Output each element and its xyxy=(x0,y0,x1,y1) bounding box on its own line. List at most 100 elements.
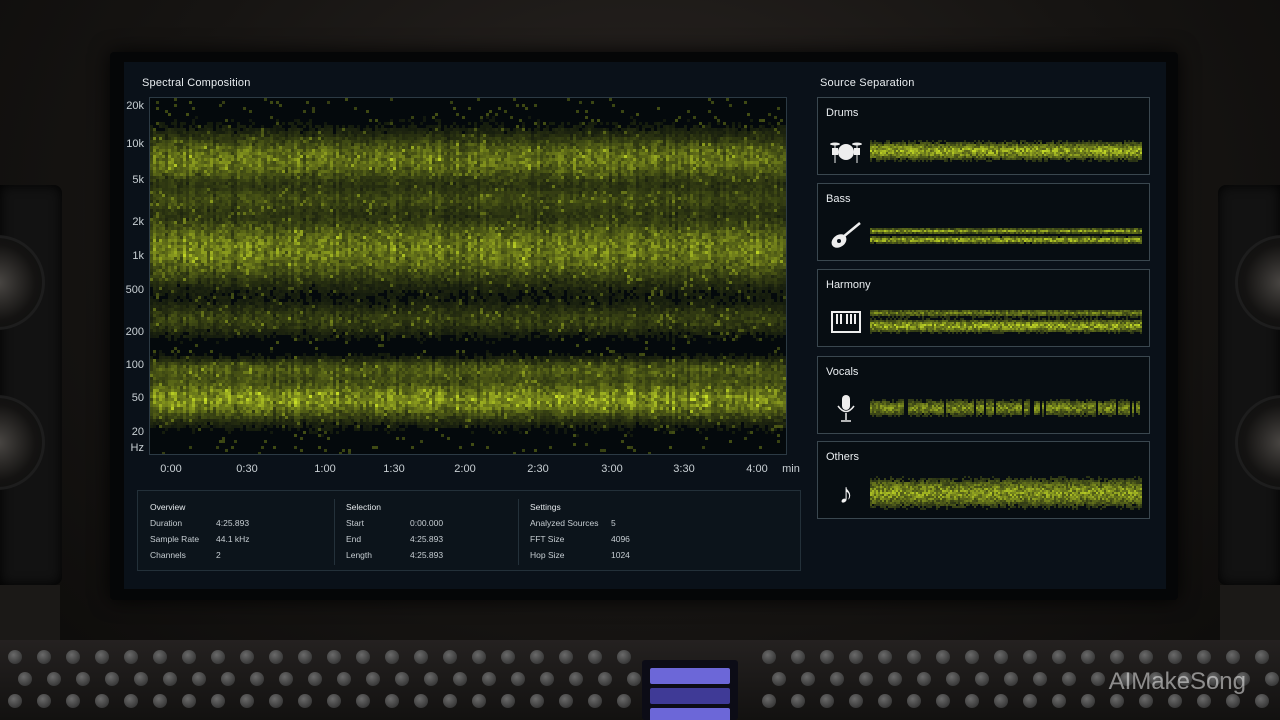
console-knob xyxy=(337,672,351,686)
console-knob xyxy=(1265,672,1279,686)
frequency-tick-label: 2k xyxy=(114,216,144,228)
time-tick-label: 3:30 xyxy=(673,463,694,475)
console-knob xyxy=(18,672,32,686)
sample-rate-value: 44.1 kHz xyxy=(216,534,250,544)
hop-size-label: Hop Size xyxy=(530,550,565,560)
source-track-drums[interactable]: Drums xyxy=(817,97,1150,175)
console-knob xyxy=(820,694,834,708)
console-knob xyxy=(76,672,90,686)
console-knob xyxy=(936,650,950,664)
console-knob xyxy=(1110,650,1124,664)
console-knob xyxy=(366,672,380,686)
console-knob xyxy=(37,650,51,664)
console-knob xyxy=(221,672,235,686)
console-knob xyxy=(617,650,631,664)
harmony-waveform xyxy=(870,310,1142,334)
console-knob xyxy=(1168,694,1182,708)
overview-section: Overview Duration 4:25.893 Sample Rate 4… xyxy=(138,491,334,570)
source-track-vocals[interactable]: Vocals xyxy=(817,356,1150,434)
console-knob xyxy=(424,672,438,686)
end-value[interactable]: 4:25.893 xyxy=(410,534,443,544)
console-knob xyxy=(182,694,196,708)
console-knob xyxy=(163,672,177,686)
source-track-bass[interactable]: Bass xyxy=(817,183,1150,261)
music-note-icon: ♪ xyxy=(828,478,864,510)
frequency-tick-label: 50 xyxy=(114,392,144,404)
time-tick-label: 3:00 xyxy=(601,463,622,475)
console-knob xyxy=(907,650,921,664)
console-knob xyxy=(1052,650,1066,664)
vocals-waveform xyxy=(870,399,1140,417)
console-knob xyxy=(182,650,196,664)
source-name: Harmony xyxy=(826,279,871,291)
guitar-icon xyxy=(828,220,864,252)
console-knob xyxy=(192,672,206,686)
console-knob xyxy=(105,672,119,686)
fft-size-value[interactable]: 4096 xyxy=(611,534,630,544)
console-knob xyxy=(250,672,264,686)
time-tick-label: 2:00 xyxy=(454,463,475,475)
right-speaker-stand xyxy=(1220,585,1280,640)
console-knob xyxy=(298,650,312,664)
time-tick-label: 0:00 xyxy=(160,463,181,475)
console-knob xyxy=(124,650,138,664)
console-knob xyxy=(501,650,515,664)
left-speaker-stand xyxy=(0,585,60,640)
console-knob xyxy=(1168,650,1182,664)
console-knob xyxy=(1091,672,1105,686)
console-knob xyxy=(1226,694,1240,708)
console-knob xyxy=(414,694,428,708)
console-knob xyxy=(540,672,554,686)
length-label: Length xyxy=(346,550,372,560)
console-knob xyxy=(95,694,109,708)
console-knob xyxy=(849,650,863,664)
end-label: End xyxy=(346,534,361,544)
start-value[interactable]: 0:00.000 xyxy=(410,518,443,528)
console-knob xyxy=(443,650,457,664)
others-waveform xyxy=(870,476,1142,510)
hop-size-value[interactable]: 1024 xyxy=(611,550,630,560)
console-knob xyxy=(946,672,960,686)
source-track-others[interactable]: Others ♪ xyxy=(817,441,1150,519)
console-knob xyxy=(1052,694,1066,708)
console-knob xyxy=(1139,694,1153,708)
spectrogram[interactable] xyxy=(149,97,787,455)
spectral-panel-title: Spectral Composition xyxy=(142,77,251,89)
console-knob xyxy=(1081,650,1095,664)
console-knob xyxy=(124,694,138,708)
console-knob xyxy=(1139,650,1153,664)
console-knob xyxy=(801,672,815,686)
start-label: Start xyxy=(346,518,364,528)
console-knob xyxy=(356,650,370,664)
console-knob xyxy=(588,694,602,708)
console-knob xyxy=(501,694,515,708)
console-knob xyxy=(1023,650,1037,664)
right-studio-speaker xyxy=(1218,185,1280,585)
console-knob xyxy=(965,650,979,664)
channels-value: 2 xyxy=(216,550,221,560)
console-knob xyxy=(95,650,109,664)
console-knob xyxy=(772,672,786,686)
console-knob xyxy=(1033,672,1047,686)
console-knob xyxy=(569,672,583,686)
source-track-harmony[interactable]: Harmony xyxy=(817,269,1150,347)
console-knob xyxy=(1062,672,1076,686)
frequency-tick-label: Hz xyxy=(114,442,144,454)
console-knob xyxy=(878,694,892,708)
console-knob xyxy=(762,694,776,708)
duration-value: 4:25.893 xyxy=(216,518,249,528)
analyzed-sources-value: 5 xyxy=(611,518,616,528)
console-knob xyxy=(1255,650,1269,664)
console-knob xyxy=(559,694,573,708)
console-knob xyxy=(279,672,293,686)
frequency-tick-label: 100 xyxy=(114,359,144,371)
console-knob xyxy=(907,694,921,708)
analyzer-screen: Spectral Composition Overview Duration 4… xyxy=(124,62,1166,589)
console-knob xyxy=(385,694,399,708)
info-panel: Overview Duration 4:25.893 Sample Rate 4… xyxy=(137,490,801,571)
console-knob xyxy=(965,694,979,708)
frequency-tick-label: 5k xyxy=(114,174,144,186)
console-knob xyxy=(385,650,399,664)
duration-label: Duration xyxy=(150,518,182,528)
console-knob xyxy=(153,694,167,708)
